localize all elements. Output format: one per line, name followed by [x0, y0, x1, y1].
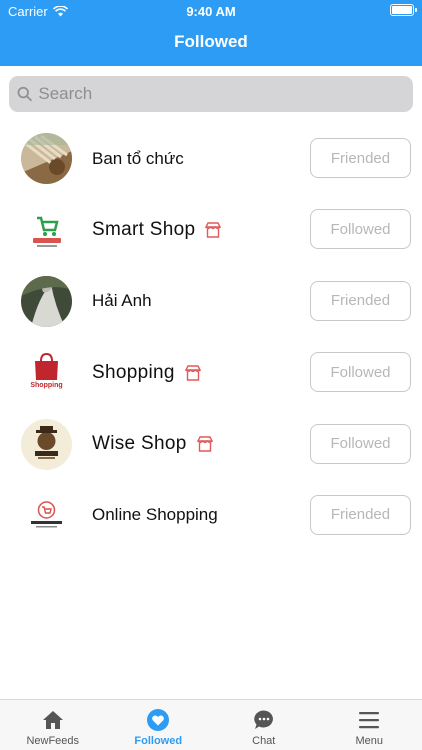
- item-name: Shopping: [92, 337, 201, 408]
- followed-list: Ban tổ chức Friended Smart Shop Followed…: [0, 123, 422, 551]
- battery-icon: [390, 4, 417, 16]
- home-icon: [42, 711, 63, 729]
- avatar: [21, 489, 72, 541]
- list-item[interactable]: Shopping Shopping Followed: [0, 337, 422, 408]
- store-icon: [184, 364, 201, 381]
- avatar: Shopping: [21, 347, 72, 399]
- store-icon: [205, 222, 222, 238]
- search-bar[interactable]: [9, 76, 413, 112]
- list-item[interactable]: Hải Anh Friended: [0, 266, 422, 337]
- status-time: 9:40 AM: [186, 4, 236, 19]
- tab-menu[interactable]: Menu: [317, 700, 422, 750]
- tab-followed[interactable]: Followed: [106, 700, 212, 750]
- item-name: Ban tổ chức: [92, 148, 184, 168]
- menu-icon: [359, 712, 380, 729]
- item-name: Online Shopping: [92, 505, 218, 525]
- search-icon: [17, 86, 32, 102]
- avatar: [21, 275, 72, 327]
- list-item[interactable]: Wise Shop Followed: [0, 409, 422, 480]
- followed-button[interactable]: Followed: [310, 352, 411, 393]
- chat-icon: [253, 710, 273, 729]
- status-bar: Carrier 9:40 AM: [0, 0, 422, 22]
- friended-button[interactable]: Friended: [310, 138, 411, 178]
- item-name: Wise Shop: [92, 409, 213, 480]
- search-input[interactable]: [32, 84, 413, 104]
- avatar: [21, 204, 72, 256]
- store-icon: [196, 436, 213, 452]
- avatar: [21, 133, 72, 184]
- followed-button[interactable]: Followed: [310, 423, 411, 464]
- list-item[interactable]: Smart Shop Followed: [0, 194, 422, 265]
- list-item[interactable]: Ban tổ chức Friended: [0, 123, 422, 194]
- svg-text:Shopping: Shopping: [30, 382, 62, 389]
- item-name: Hải Anh: [92, 291, 152, 311]
- friended-button[interactable]: Friended: [310, 494, 411, 535]
- nav-header: Carrier 9:40 AM Followed: [0, 0, 422, 66]
- avatar: [21, 418, 72, 470]
- friended-button[interactable]: Friended: [310, 280, 411, 321]
- tab-bar: NewFeeds Followed Chat Menu: [0, 699, 422, 750]
- followed-button[interactable]: Followed: [310, 209, 411, 250]
- item-name: Smart Shop: [92, 194, 222, 265]
- followed-screen: Carrier 9:40 AM Followed Search Ban tổ c…: [0, 0, 422, 750]
- tab-newfeeds[interactable]: NewFeeds: [0, 700, 106, 750]
- page-title: Followed: [174, 32, 248, 51]
- heart-icon: [147, 709, 170, 731]
- list-item[interactable]: Online Shopping Friended: [0, 480, 422, 551]
- tab-chat[interactable]: Chat: [211, 700, 317, 750]
